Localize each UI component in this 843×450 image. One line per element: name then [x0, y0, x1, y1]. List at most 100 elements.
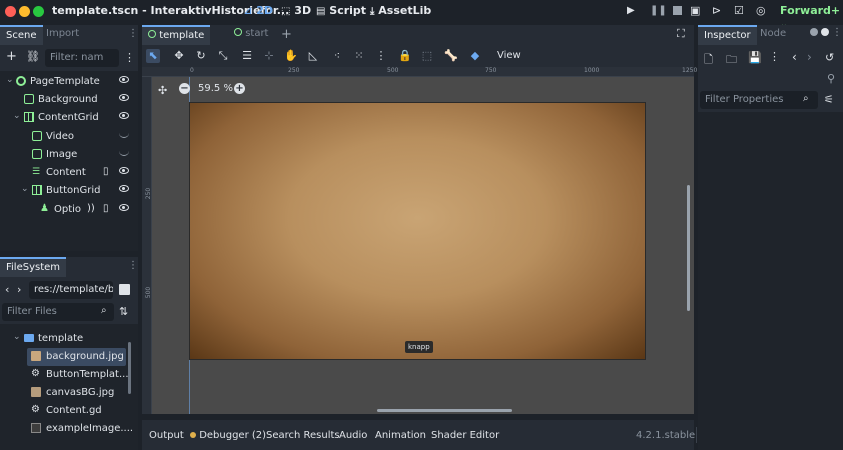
vertical-scrollbar[interactable] [687, 185, 690, 311]
remote-debug-icon[interactable]: ▣ [690, 4, 700, 17]
visibility-icon[interactable] [119, 185, 129, 192]
close-window-button[interactable] [5, 6, 16, 17]
inspector-menu-icon[interactable]: ⋮ [769, 50, 780, 63]
dock-menu-icon[interactable]: ⋮ [832, 27, 842, 38]
background-texture-image[interactable] [189, 102, 646, 360]
tree-row-image[interactable]: Image [0, 146, 138, 164]
open-folder-icon[interactable]: 🗀 [726, 51, 737, 70]
workspace-assetlib-button[interactable]: ⤓ AssetLib [370, 4, 431, 17]
script-icon[interactable]: ▯ [103, 203, 109, 214]
tab-shader-editor[interactable]: Shader Editor [431, 430, 499, 441]
ruler-tool-icon[interactable]: ◺ [306, 49, 320, 63]
rotate-tool-icon[interactable]: ↻ [194, 49, 208, 63]
scale-tool-icon[interactable]: ⤡ [216, 49, 230, 63]
toggle-split-icon[interactable] [119, 284, 130, 295]
list-select-icon[interactable]: ☰ [240, 49, 254, 63]
visibility-icon[interactable] [119, 204, 129, 211]
workspace-3d-button[interactable]: ⬚ 3D [281, 4, 311, 17]
file-tree-scrollbar[interactable] [128, 342, 131, 394]
tab-search-results[interactable]: Search Results [266, 430, 340, 441]
camera-override-icon[interactable]: ◆ [468, 49, 482, 63]
file-item-canvasbg-jpg[interactable]: canvasBG.jpg [0, 384, 128, 402]
zoom-out-icon[interactable]: − [179, 83, 190, 94]
tab-scene[interactable]: Scene [0, 25, 43, 45]
snap-options-icon[interactable]: ⋮ [374, 49, 388, 63]
stop-icon[interactable] [673, 6, 682, 15]
play-icon[interactable]: ▶ [627, 5, 635, 16]
file-item-buttontemplate[interactable]: ⚙ ButtonTemplat... [0, 366, 129, 384]
files-filter-input[interactable]: Filter Files [2, 303, 114, 321]
tree-row-video[interactable]: Video [0, 128, 138, 146]
movie-maker-icon[interactable]: ◎ [756, 4, 766, 17]
visibility-icon[interactable] [119, 112, 129, 119]
view-menu[interactable]: View [497, 50, 521, 61]
chevron-down-icon[interactable]: ⌄ [13, 111, 21, 121]
tab-template[interactable]: template [142, 25, 211, 45]
filter-properties-input[interactable]: Filter Properties [700, 91, 818, 109]
tab-audio[interactable]: Audio [339, 430, 367, 441]
file-item-content-gd[interactable]: ⚙ Content.gd [0, 402, 128, 420]
back-icon[interactable]: ‹ [5, 283, 9, 296]
next-dock-icon[interactable] [821, 28, 829, 36]
select-tool-icon[interactable]: ⬉ [146, 49, 160, 63]
dock-menu-icon[interactable]: ⋮ [128, 28, 138, 39]
visibility-hidden-icon[interactable] [119, 133, 129, 138]
pivot-tool-icon[interactable]: ⊹ [262, 49, 276, 63]
workspace-script-button[interactable]: ▤ Script [316, 4, 366, 17]
workspace-2d-button[interactable]: ⊿ 2D [244, 4, 273, 17]
scene-menu-icon[interactable]: ⋮ [124, 51, 135, 64]
distraction-free-icon[interactable]: ⛶ [677, 27, 685, 41]
pause-icon[interactable]: ❚❚ [650, 5, 667, 16]
object-tools-icon[interactable]: ⚲ [827, 72, 835, 85]
sort-icon[interactable]: ⇅ [119, 305, 128, 318]
tree-row-pagetemplate[interactable]: ⌄ PageTemplate [0, 73, 138, 91]
tree-row-optio[interactable]: ♟ Optio )) ▯ [0, 201, 138, 219]
file-item-template[interactable]: ⌄ template [0, 330, 128, 348]
visibility-icon[interactable] [119, 76, 129, 83]
grid-snap-icon[interactable]: ⁙ [352, 49, 366, 63]
zoom-level[interactable]: 59.5 % [198, 83, 233, 94]
tab-import[interactable]: Import [40, 25, 85, 45]
signal-icon[interactable]: )) [87, 203, 95, 214]
new-resource-icon[interactable]: 🗋 [704, 51, 713, 70]
tab-output[interactable]: Output [149, 430, 184, 441]
history-icon[interactable]: ↺ [825, 51, 834, 64]
scene-filter-input[interactable]: Filter: nam [45, 49, 119, 67]
play-scene-icon[interactable]: ⊳ [712, 4, 721, 17]
canvas-viewport[interactable]: knapp [152, 77, 694, 414]
lock-icon[interactable]: 🔒 [398, 49, 412, 63]
bone-icon[interactable]: 🦴 [444, 49, 458, 63]
move-tool-icon[interactable]: ✥ [172, 49, 186, 63]
file-item-exampleimage[interactable]: exampleImage.... [0, 420, 133, 438]
forward-icon[interactable]: › [17, 283, 21, 296]
zoom-in-icon[interactable]: + [234, 83, 245, 94]
group-icon[interactable]: ⬚ [420, 49, 434, 63]
file-item-background-jpg[interactable]: background.jpg [27, 348, 126, 366]
link-icon[interactable]: ⛓ [26, 50, 40, 63]
tab-inspector[interactable]: Inspector [698, 25, 757, 45]
previous-dock-icon[interactable] [810, 28, 818, 36]
smart-snap-icon[interactable]: ⁖ [330, 49, 344, 63]
forward-icon[interactable]: › [807, 50, 812, 64]
tree-row-buttongrid[interactable]: ⌄ ButtonGrid [0, 182, 138, 200]
visibility-icon[interactable] [119, 94, 129, 101]
chevron-down-icon[interactable]: ⌄ [6, 75, 14, 85]
pan-tool-icon[interactable]: ✋ [284, 49, 298, 63]
tab-filesystem[interactable]: FileSystem [0, 257, 67, 277]
tab-start[interactable]: start [228, 25, 274, 45]
tree-row-contentgrid[interactable]: ⌄ ContentGrid [0, 109, 138, 127]
tab-animation[interactable]: Animation [375, 430, 426, 441]
property-options-icon[interactable]: ⚟ [824, 93, 834, 106]
tree-row-background[interactable]: Background [0, 91, 138, 109]
dock-menu-icon[interactable]: ⋮ [128, 260, 138, 271]
add-node-icon[interactable]: + [6, 49, 17, 64]
tab-debugger[interactable]: Debugger (2) [190, 430, 266, 441]
save-icon[interactable]: 💾 [748, 51, 762, 64]
tab-node[interactable]: Node [754, 25, 792, 45]
chevron-down-icon[interactable]: ⌄ [21, 184, 29, 194]
center-view-icon[interactable]: ✣ [158, 84, 167, 97]
script-icon[interactable]: ▯ [103, 166, 109, 177]
visibility-hidden-icon[interactable] [119, 151, 129, 156]
path-input[interactable]: res://template/ba [29, 281, 113, 299]
visibility-icon[interactable] [119, 167, 129, 174]
